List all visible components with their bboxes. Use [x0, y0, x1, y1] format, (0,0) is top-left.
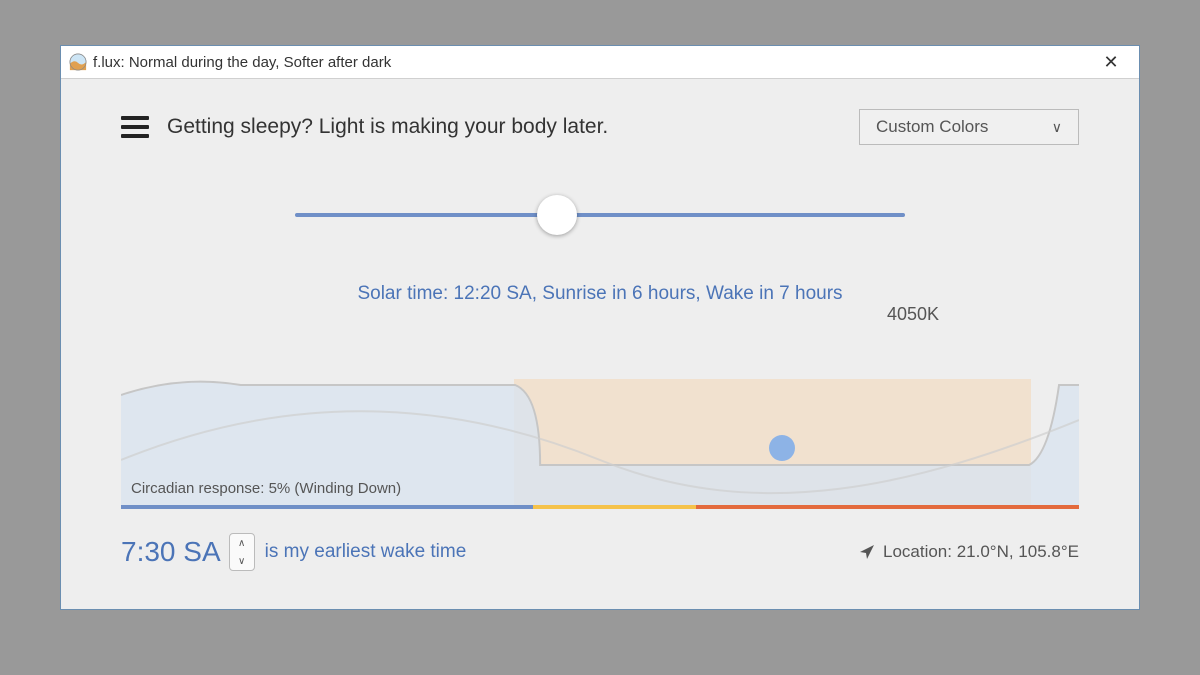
slider-thumb[interactable]	[537, 195, 577, 235]
stepper-down-icon[interactable]: ∨	[238, 556, 245, 567]
content-area: Getting sleepy? Light is making your bod…	[61, 79, 1139, 591]
solar-time-text: Solar time: 12:20 SA, Sunrise in 6 hours…	[121, 283, 1079, 305]
color-temperature-slider[interactable]	[295, 195, 905, 235]
slider-track	[295, 213, 905, 217]
colorbar-sunset	[533, 505, 696, 509]
location-arrow-icon	[859, 544, 875, 560]
colorbar-night	[696, 505, 1079, 509]
location-button[interactable]: Location: 21.0°N, 105.8°E	[859, 542, 1079, 562]
header-message: Getting sleepy? Light is making your bod…	[167, 115, 608, 139]
app-icon	[69, 53, 87, 71]
location-label: Location: 21.0°N, 105.8°E	[883, 542, 1079, 562]
wake-row: 7:30 SA ∧ ∨ is my earliest wake time Loc…	[121, 533, 1079, 571]
preset-dropdown-label: Custom Colors	[876, 117, 988, 137]
header-row: Getting sleepy? Light is making your bod…	[121, 109, 1079, 145]
colorbar-day	[121, 505, 533, 509]
day-phase-colorbar	[121, 505, 1079, 509]
stepper-up-icon[interactable]: ∧	[238, 538, 245, 549]
window-title: f.lux: Normal during the day, Softer aft…	[93, 54, 1091, 71]
app-window: f.lux: Normal during the day, Softer aft…	[60, 45, 1140, 610]
close-button[interactable]: ✕	[1091, 52, 1131, 73]
wake-time-label: is my earliest wake time	[265, 541, 467, 563]
preset-dropdown[interactable]: Custom Colors ∨	[859, 109, 1079, 145]
current-time-marker	[769, 435, 795, 461]
wake-time-value: 7:30 SA	[121, 536, 221, 568]
daylight-graph: Circadian response: 5% (Winding Down)	[121, 365, 1079, 515]
color-temperature-label: 4050K	[887, 304, 939, 325]
titlebar: f.lux: Normal during the day, Softer aft…	[61, 46, 1139, 79]
wake-time-stepper[interactable]: ∧ ∨	[229, 533, 255, 571]
chevron-down-icon: ∨	[1052, 119, 1062, 136]
menu-icon[interactable]	[121, 116, 149, 138]
circadian-response-label: Circadian response: 5% (Winding Down)	[131, 480, 401, 497]
